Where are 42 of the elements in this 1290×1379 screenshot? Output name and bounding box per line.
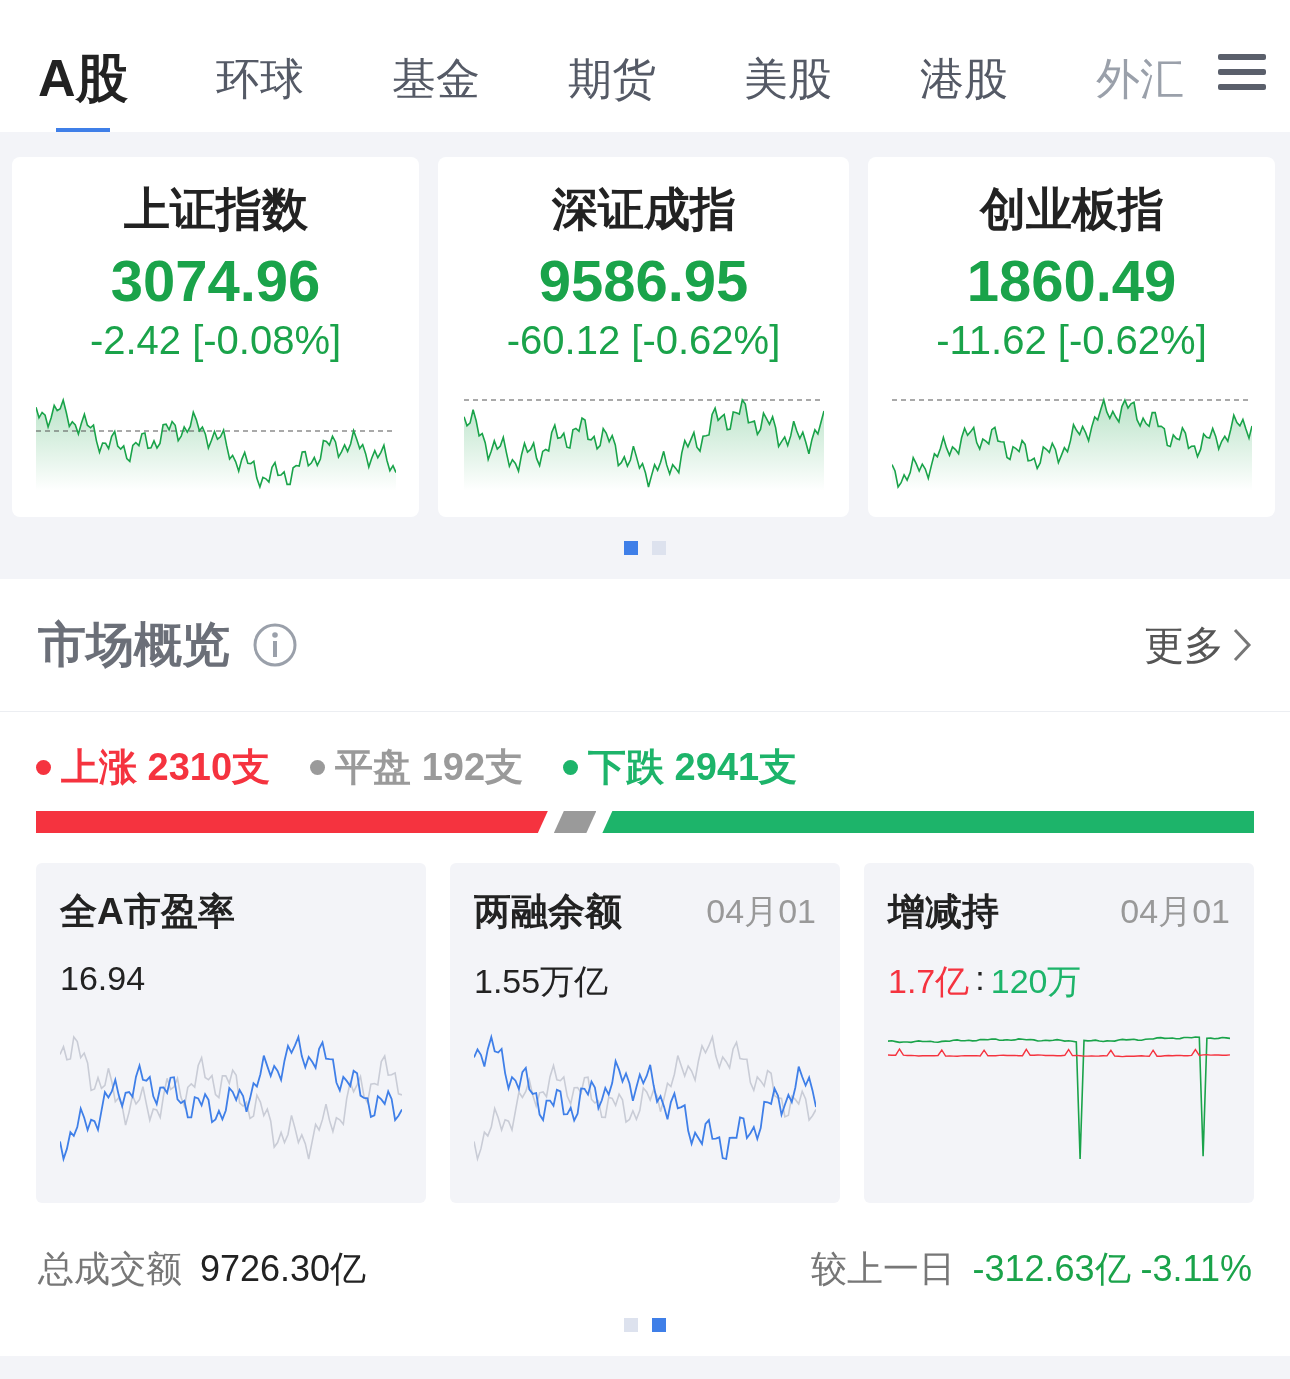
breadth-count: 下跌 2941支 [588,745,798,790]
stat-card[interactable]: 增减持 04月01 1.7亿 : 120万 [864,863,1254,1203]
stat-value: : [975,959,985,999]
stat-date: 04月01 [706,891,816,932]
market-tab[interactable]: 期货 [567,0,656,132]
stat-value: 16.94 [60,959,146,998]
index-change: -2.42 [-0.08%] [89,318,342,363]
stat-title: 两融余额 [474,890,622,934]
index-card[interactable]: 创业板指 1860.49 -11.62 [-0.62%] [868,157,1275,517]
stat-value: 1.55万亿 [474,961,609,1002]
stat-value: 120万 [990,961,1082,1002]
index-name: 创业板指 [979,182,1164,237]
section-title: 市场概览 [38,617,230,673]
index-value: 9586.95 [538,247,749,314]
turnover-label: 总成交额 [38,1248,182,1289]
info-icon[interactable] [252,622,298,668]
market-tab[interactable]: 港股 [919,0,1008,132]
market-tab[interactable]: A股 [38,0,128,132]
chevron-icon [1232,627,1252,663]
stat-value: 1.7亿 [888,961,970,1002]
index-card[interactable]: 上证指数 3074.96 -2.42 [-0.08%] [12,157,419,517]
breadth-count: 平盘 192支 [335,745,524,790]
stat-date: 04月01 [1120,891,1230,932]
stat-card[interactable]: 全A市盈率 16.94 [36,863,426,1203]
index-change: -11.62 [-0.62%] [936,318,1207,363]
stat-title: 增减持 [888,890,999,934]
turnover-value: 9726.30亿 [200,1248,367,1289]
compare-label: 较上一日 [810,1248,955,1289]
market-tab[interactable]: 基金 [391,0,480,132]
breadth-count: 上涨 2310支 [61,745,271,790]
index-value: 1860.49 [966,247,1177,314]
compare-value: -312.63亿 -3.11% [972,1248,1252,1289]
stat-title: 全A市盈率 [60,890,235,934]
more-link[interactable]: 更多 [1144,617,1252,673]
index-name: 深证成指 [551,182,736,237]
market-tab[interactable]: 美股 [743,0,832,132]
index-name: 上证指数 [123,182,308,237]
index-value: 3074.96 [110,247,321,314]
index-card[interactable]: 深证成指 9586.95 -60.12 [-0.62%] [438,157,849,517]
index-change: -60.12 [-0.62%] [506,318,781,363]
stat-card[interactable]: 两融余额 04月01 1.55万亿 [450,863,840,1203]
market-tab[interactable]: 环球 [215,0,304,132]
